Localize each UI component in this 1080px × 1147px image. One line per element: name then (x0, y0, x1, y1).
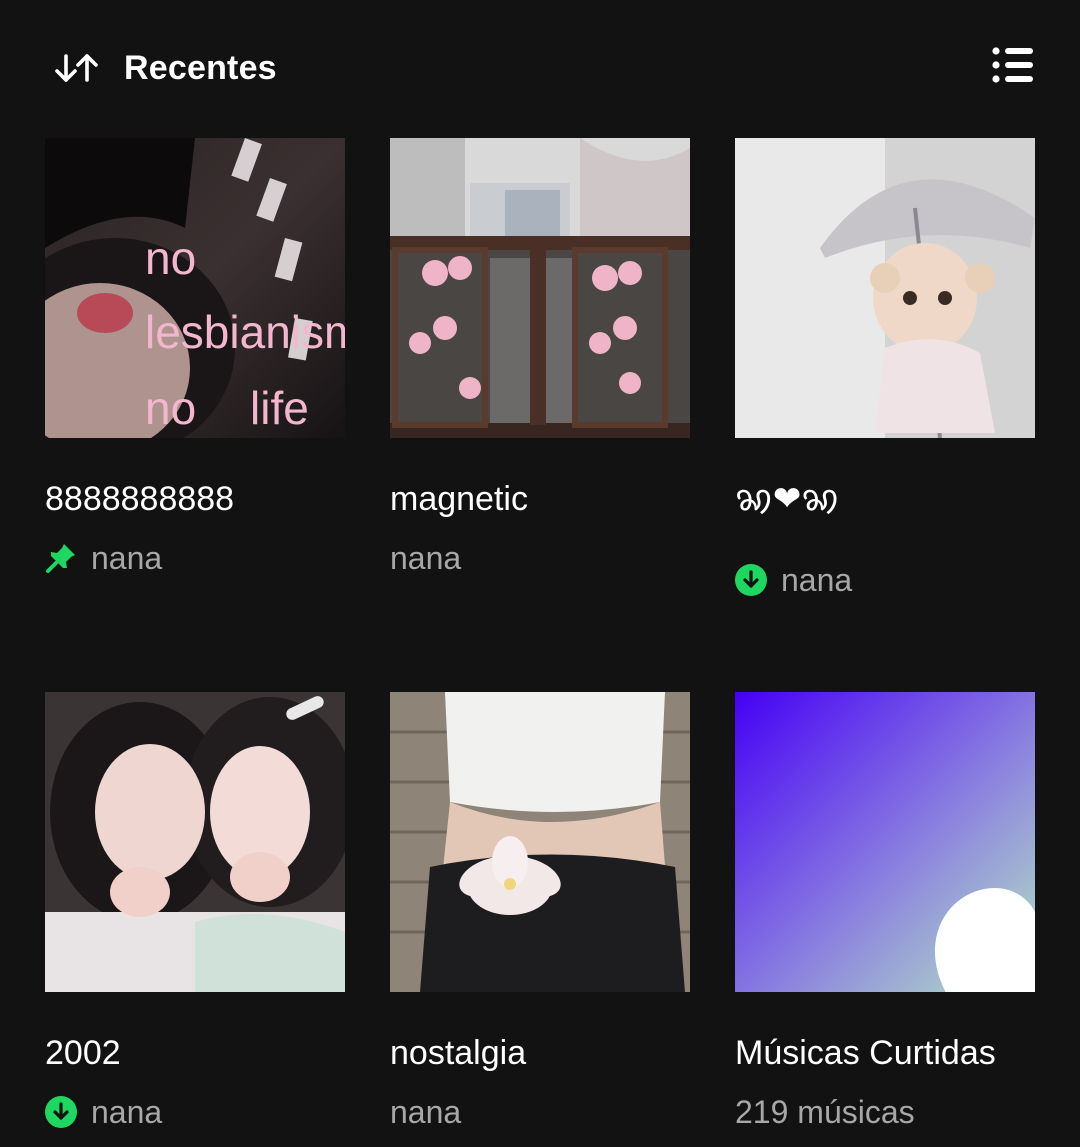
liked-songs-card[interactable]: Músicas Curtidas 219 músicas (735, 692, 1035, 1130)
cover-text-line: no (145, 382, 196, 434)
playlist-card[interactable]: ꩆ❤ꩆ nana (735, 138, 1035, 598)
cover-text-line: life (250, 382, 309, 434)
playlist-owner: nana (91, 540, 163, 576)
sort-arrows-icon (55, 54, 98, 82)
playlist-owner: nana (390, 1094, 462, 1130)
liked-songs-cover (735, 692, 1035, 992)
playlist-meta: nana (390, 538, 461, 578)
playlist-meta: 219 músicas (735, 1092, 915, 1132)
playlist-card[interactable]: magnetic nana (390, 138, 690, 576)
song-count: 219 músicas (735, 1094, 915, 1130)
playlist-cover (390, 138, 690, 438)
playlist-title: nostalgia (390, 1034, 527, 1072)
cover-text-line: lesbianism (145, 306, 345, 358)
playlist-card[interactable]: nostalgia nana (390, 692, 690, 1130)
playlist-title: magnetic (390, 480, 528, 518)
playlist-title: 8888888888 (45, 480, 235, 518)
pin-icon (46, 544, 75, 573)
playlist-card[interactable]: no lesbianism no life 8888888888 nana (45, 138, 345, 576)
playlist-meta: nana (45, 538, 162, 578)
sort-label: Recentes (124, 49, 277, 87)
list-view-icon[interactable] (988, 46, 1036, 92)
playlist-cover (735, 138, 1035, 438)
playlist-cover (390, 692, 690, 992)
playlist-owner: nana (781, 562, 853, 598)
playlist-meta: nana (735, 560, 852, 600)
playlist-owner: nana (91, 1094, 163, 1130)
playlist-title: 2002 (45, 1034, 121, 1072)
sort-button[interactable]: Recentes (52, 48, 277, 88)
playlist-cover (45, 692, 345, 992)
download-icon (45, 1096, 77, 1128)
playlist-card[interactable]: 2002 nana (45, 692, 345, 1130)
library-header: Recentes (0, 0, 1080, 140)
playlist-meta: nana (45, 1092, 162, 1132)
cover-text-line: no (145, 232, 196, 284)
playlist-title: Músicas Curtidas (735, 1034, 996, 1072)
playlist-meta: nana (390, 1092, 461, 1132)
playlist-title: ꩆ❤ꩆ (735, 480, 840, 518)
playlist-owner: nana (390, 540, 462, 576)
download-icon (735, 564, 767, 596)
playlist-cover: no lesbianism no life (45, 138, 345, 438)
